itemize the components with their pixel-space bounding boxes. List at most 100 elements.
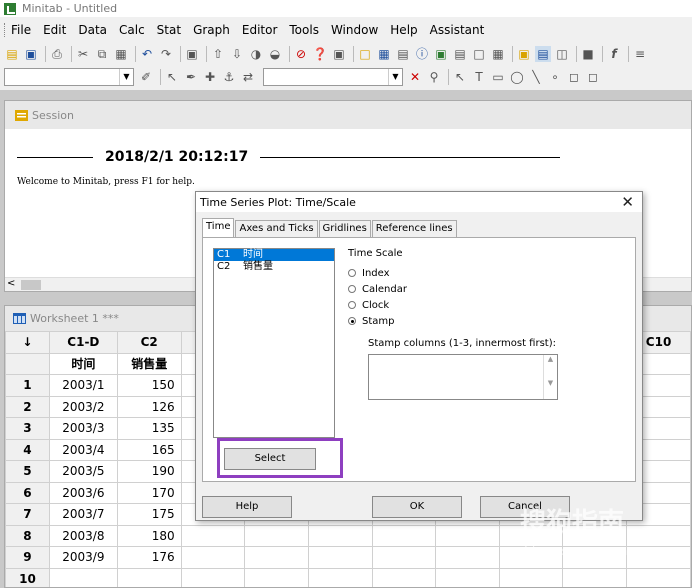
select-button[interactable]: Select bbox=[224, 448, 316, 470]
paste-icon[interactable]: ▦ bbox=[113, 46, 129, 62]
delete-icon[interactable]: ✕ bbox=[407, 69, 423, 85]
edit-last-dialog-icon[interactable]: ▣ bbox=[184, 46, 200, 62]
swap-icon[interactable]: ⇄ bbox=[240, 69, 256, 85]
row-header[interactable]: 4 bbox=[5, 438, 50, 461]
column-name-cell[interactable]: 销售量 bbox=[116, 352, 182, 375]
line-icon[interactable]: ╲ bbox=[528, 69, 544, 85]
save-icon[interactable]: ▣ bbox=[23, 46, 39, 62]
menu-editor[interactable]: Editor bbox=[242, 23, 278, 37]
project-manager-icon[interactable]: ▣ bbox=[516, 46, 532, 62]
cell-date[interactable]: 2003/7 bbox=[48, 503, 118, 526]
help-icon[interactable]: ❓ bbox=[312, 46, 328, 62]
select-icon[interactable]: ↖ bbox=[452, 69, 468, 85]
polygon-icon[interactable]: ◻ bbox=[566, 69, 582, 85]
menu-graph[interactable]: Graph bbox=[193, 23, 230, 37]
zoom-icon[interactable]: ⚲ bbox=[426, 69, 442, 85]
crosshair-icon[interactable]: ✚ bbox=[202, 69, 218, 85]
window-tile-icon[interactable]: ▤ bbox=[535, 46, 551, 62]
cell-empty[interactable] bbox=[307, 546, 373, 569]
row-header[interactable]: 7 bbox=[5, 503, 50, 526]
cell-empty[interactable] bbox=[371, 567, 437, 587]
cell-empty[interactable] bbox=[626, 546, 691, 569]
new-icon[interactable]: □ bbox=[471, 46, 487, 62]
cell-date[interactable]: 2003/2 bbox=[48, 395, 118, 418]
tab-reference-lines[interactable]: Reference lines bbox=[371, 220, 457, 237]
notepad-icon[interactable]: ▤ bbox=[452, 46, 468, 62]
radio-calendar[interactable] bbox=[348, 285, 356, 293]
cell-empty[interactable] bbox=[435, 546, 500, 569]
cell-empty[interactable] bbox=[371, 546, 437, 569]
fx-icon[interactable]: f bbox=[606, 46, 622, 62]
split-icon[interactable]: ◫ bbox=[554, 46, 570, 62]
find-icon[interactable]: ◑ bbox=[248, 46, 264, 62]
menu-data[interactable]: Data bbox=[78, 23, 107, 37]
stamp-scrollbar[interactable]: ▲ ▼ bbox=[543, 355, 557, 399]
row-header[interactable]: 10 bbox=[5, 567, 50, 587]
row-header[interactable]: 1 bbox=[5, 374, 50, 397]
option-index[interactable]: Index bbox=[348, 265, 407, 281]
dot-icon[interactable]: ∘ bbox=[547, 69, 563, 85]
cell-empty[interactable] bbox=[307, 567, 373, 587]
menu-calc[interactable]: Calc bbox=[119, 23, 145, 37]
cell-empty[interactable] bbox=[626, 567, 691, 587]
help-button[interactable]: Help bbox=[202, 496, 292, 518]
print-icon[interactable]: ⎙ bbox=[49, 46, 65, 62]
menu-assistant[interactable]: Assistant bbox=[430, 23, 485, 37]
cell-sales[interactable]: 165 bbox=[116, 438, 182, 461]
cell-sales[interactable]: 180 bbox=[116, 524, 182, 547]
flag-icon[interactable]: ⚓ bbox=[221, 69, 237, 85]
column-header-c1[interactable]: C1-D bbox=[48, 331, 118, 354]
cell-sales[interactable]: 170 bbox=[116, 481, 182, 504]
more-icon[interactable]: ≡ bbox=[632, 46, 648, 62]
cell-sales[interactable]: 150 bbox=[116, 374, 182, 397]
cell-date[interactable]: 2003/9 bbox=[48, 546, 118, 569]
variable-list[interactable]: C1 时间 C2 销售量 bbox=[213, 248, 335, 438]
cell-empty[interactable] bbox=[562, 567, 628, 587]
cell-empty[interactable] bbox=[626, 524, 691, 547]
tab-time[interactable]: Time bbox=[202, 218, 235, 237]
radio-stamp[interactable] bbox=[348, 317, 356, 325]
entry-direction-arrow[interactable]: ↓ bbox=[5, 331, 50, 354]
cell-sales[interactable]: 176 bbox=[116, 546, 182, 569]
ellipse-icon[interactable]: ◯ bbox=[509, 69, 525, 85]
layout-icon[interactable]: ▦ bbox=[490, 46, 506, 62]
cell-empty[interactable] bbox=[371, 524, 437, 547]
radio-clock[interactable] bbox=[348, 301, 356, 309]
cell-date[interactable]: 2003/5 bbox=[48, 460, 118, 483]
attribute-combo[interactable]: ▼ bbox=[263, 68, 403, 86]
session-titlebar[interactable]: Session bbox=[5, 101, 691, 129]
cell-empty[interactable] bbox=[498, 567, 564, 587]
cell-sales[interactable]: 175 bbox=[116, 503, 182, 526]
menu-edit[interactable]: Edit bbox=[43, 23, 66, 37]
cell-sales[interactable] bbox=[116, 567, 182, 587]
graph-selector-combo[interactable]: ▼ bbox=[4, 68, 134, 86]
cell-date[interactable] bbox=[48, 567, 118, 587]
cell-empty[interactable] bbox=[180, 546, 246, 569]
cell-empty[interactable] bbox=[435, 524, 500, 547]
tab-axes-and-ticks[interactable]: Axes and Ticks bbox=[235, 220, 318, 237]
cell-empty[interactable] bbox=[307, 524, 373, 547]
rectangle-icon[interactable]: ▭ bbox=[490, 69, 506, 85]
insert-columns-icon[interactable]: ⇩ bbox=[229, 46, 245, 62]
info-icon[interactable]: ⓘ bbox=[414, 46, 430, 62]
cancel-icon[interactable]: ⊘ bbox=[293, 46, 309, 62]
cell-empty[interactable] bbox=[244, 524, 309, 547]
menu-file[interactable]: File bbox=[11, 23, 31, 37]
cell-empty[interactable] bbox=[180, 567, 246, 587]
polyline-icon[interactable]: ◻ bbox=[585, 69, 601, 85]
stamp-columns-input[interactable]: ▲ ▼ bbox=[368, 354, 558, 400]
cut-icon[interactable]: ✂ bbox=[75, 46, 91, 62]
brush-icon[interactable]: ✐ bbox=[138, 69, 154, 85]
insert-rows-icon[interactable]: ⇧ bbox=[210, 46, 226, 62]
column-name-cell[interactable]: 时间 bbox=[48, 352, 118, 375]
cell-date[interactable]: 2003/4 bbox=[48, 438, 118, 461]
dialog-titlebar[interactable]: Time Series Plot: Time/Scale ✕ bbox=[196, 192, 642, 212]
variable-item-c1[interactable]: C1 时间 bbox=[214, 249, 334, 261]
cell-date[interactable]: 2003/3 bbox=[48, 417, 118, 440]
option-clock[interactable]: Clock bbox=[348, 297, 407, 313]
session-window-icon[interactable]: □ bbox=[357, 46, 373, 62]
variable-item-c2[interactable]: C2 销售量 bbox=[214, 261, 334, 273]
cell-empty[interactable] bbox=[180, 524, 246, 547]
cell-empty[interactable] bbox=[244, 567, 309, 587]
scroll-thumb[interactable] bbox=[21, 280, 41, 290]
